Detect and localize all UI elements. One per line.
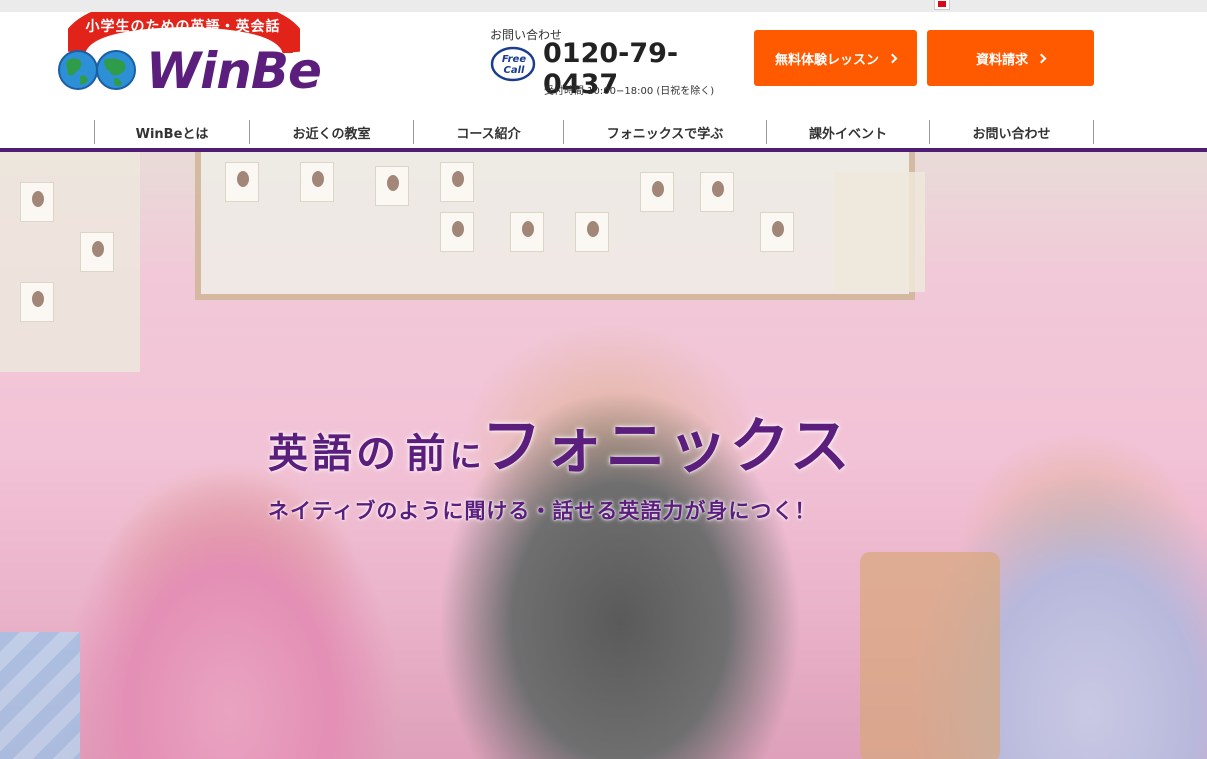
free-trial-button[interactable]: 無料体験レッスン [754, 30, 917, 86]
photo-card [575, 212, 609, 252]
freecall-text-bottom: Call [504, 65, 526, 76]
photo-card [375, 166, 409, 206]
chair [860, 552, 1000, 759]
photo-card [225, 162, 259, 202]
hero-subcopy: ネイティブのように聞ける・話せる英語力が身につく！ [268, 499, 817, 523]
partner-logo[interactable] [934, 0, 954, 10]
photo-card [80, 232, 114, 272]
nav-item-about[interactable]: WinBeとは [94, 120, 249, 144]
nav-item-events[interactable]: 課外イベント [766, 120, 929, 144]
headline-phonics: フォニックス [481, 412, 852, 482]
photo-card [20, 282, 54, 322]
globe-icon [58, 50, 136, 90]
partner-logo-icon [934, 0, 950, 10]
site-logo[interactable]: 小学生のための英語・英会話 WinBe [58, 12, 322, 102]
nav-item-contact[interactable]: お問い合わせ [929, 120, 1093, 144]
business-hours: 受付時間 10:00−18:00 (日祝を除く) [544, 86, 715, 97]
logo-banner-text: 小学生のための英語・英会話 [85, 19, 281, 35]
photo-card [20, 182, 54, 222]
hero-visual: 英語の 前にフォニックス ネイティブのように聞ける・話せる英語力が身につく！ [0, 152, 1207, 759]
site-header: 小学生のための英語・英会話 WinBe お問い合わせ Free Call 012… [0, 12, 1207, 152]
global-nav: WinBeとは お近くの教室 コース紹介 フォニックスで学ぶ 課外イベント お問… [0, 116, 1207, 148]
photo-card [760, 212, 794, 252]
top-info-bar [0, 0, 1207, 12]
headline-part: 英語 [268, 431, 356, 477]
photo-card [510, 212, 544, 252]
photo-card [440, 212, 474, 252]
nav-item-phonics[interactable]: フォニックスで学ぶ [563, 120, 766, 144]
request-brochure-button[interactable]: 資料請求 [927, 30, 1094, 86]
hero-catchcopy: 英語の 前にフォニックス ネイティブのように聞ける・話せる英語力が身につく！ [268, 398, 908, 525]
photo-wall-right [835, 172, 925, 292]
headline-part: の [356, 431, 400, 477]
photo-card [440, 162, 474, 202]
nav-divider [1093, 120, 1094, 144]
free-trial-label: 無料体験レッスン [774, 52, 879, 68]
headline-part: に [449, 437, 482, 475]
chevron-right-icon [1036, 53, 1047, 63]
freecall-icon: Free Call [490, 46, 536, 82]
freecall-text-top: Free [502, 54, 526, 65]
photo-card [700, 172, 734, 212]
photo-card [640, 172, 674, 212]
request-brochure-label: 資料請求 [975, 52, 1028, 68]
floor-tiles [0, 632, 80, 759]
nav-item-classrooms[interactable]: お近くの教室 [249, 120, 413, 144]
chevron-right-icon [887, 53, 898, 63]
photo-card [300, 162, 334, 202]
headline-part: 前 [405, 431, 450, 477]
logo-wordmark: WinBe [146, 42, 322, 100]
contact-block: お問い合わせ Free Call 0120-79-0437 受付時間 10:00… [490, 26, 730, 100]
nav-item-courses[interactable]: コース紹介 [413, 120, 563, 144]
hero-headline: 英語の 前にフォニックス [268, 398, 908, 485]
